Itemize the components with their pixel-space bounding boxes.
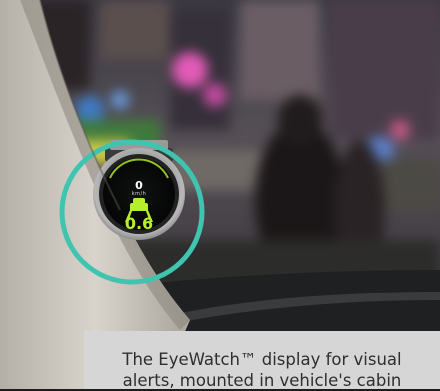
distance-readout: 0.6 (124, 214, 154, 233)
caption-box: The EyeWatch™ display for visual alerts,… (84, 331, 440, 390)
speed-unit-label: km/h (131, 191, 147, 197)
speed-readout: 0 (135, 179, 143, 192)
eyewatch-display: 0 km/h 0.6 (95, 150, 183, 238)
caption-text: The EyeWatch™ display for visual alerts,… (122, 350, 402, 390)
